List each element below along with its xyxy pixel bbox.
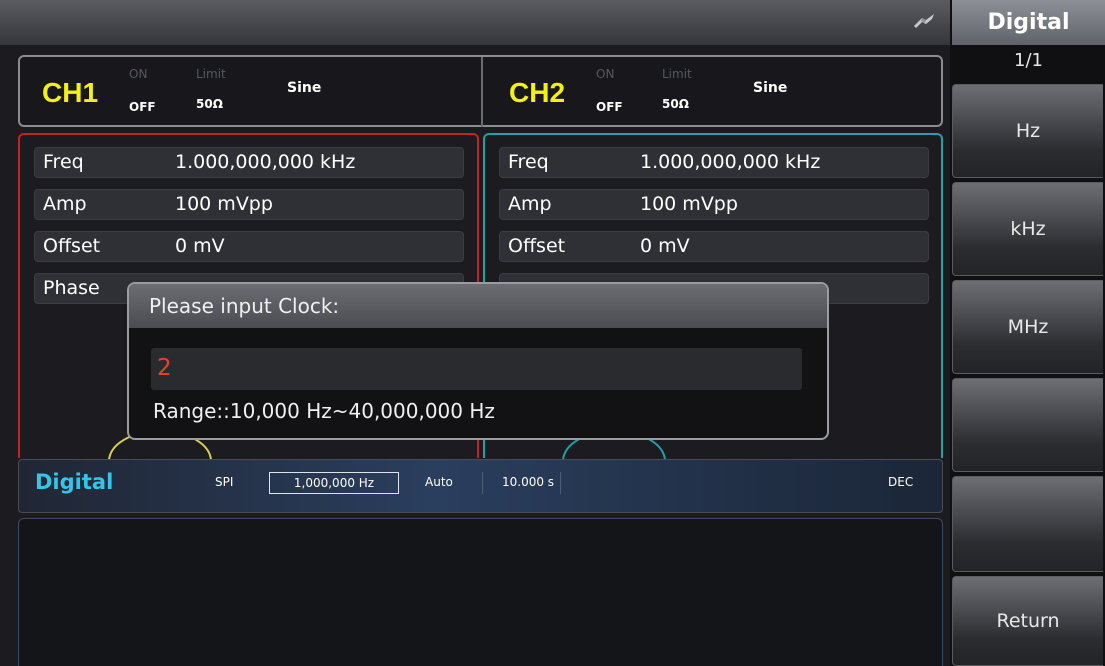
ch1-freq-row[interactable]: Freq 1.000,000,000 kHz xyxy=(34,147,464,178)
param-value: 1.000,000,000 kHz xyxy=(640,151,821,173)
dialog-title: Please input Clock: xyxy=(149,294,340,318)
digital-time[interactable]: 10.000 s xyxy=(502,475,554,489)
digital-data-area xyxy=(18,518,943,666)
channel-divider xyxy=(481,57,483,127)
clock-input-field[interactable]: 2 xyxy=(151,348,802,390)
digital-format[interactable]: DEC xyxy=(888,475,913,489)
digital-protocol[interactable]: SPI xyxy=(215,475,233,489)
digital-title: Digital xyxy=(35,470,114,494)
softkey-hz[interactable]: Hz xyxy=(952,84,1103,178)
clock-input-dialog: Please input Clock: 2 Range::10,000 Hz~4… xyxy=(127,282,829,440)
softkey-5[interactable] xyxy=(952,476,1103,572)
param-label: Phase xyxy=(43,277,100,299)
param-label: Offset xyxy=(43,235,101,257)
param-label: Offset xyxy=(508,235,566,257)
digital-protocol-bar: Digital SPI 1,000,000 Hz Auto 10.000 s D… xyxy=(18,459,943,513)
param-label: Amp xyxy=(508,193,552,215)
status-bar xyxy=(0,0,950,45)
param-label: Freq xyxy=(508,151,549,173)
ch2-output-state: OFF xyxy=(596,100,623,114)
softkey-return[interactable]: Return xyxy=(952,576,1103,666)
ch2-amp-row[interactable]: Amp 100 mVpp xyxy=(499,189,929,220)
ch1-name[interactable]: CH1 xyxy=(42,77,98,109)
ch2-freq-row[interactable]: Freq 1.000,000,000 kHz xyxy=(499,147,929,178)
softkey-menu: Digital 1/1 Hz kHz MHz Return xyxy=(950,0,1105,666)
digital-clock-value[interactable]: 1,000,000 Hz xyxy=(269,472,399,494)
param-value: 1.000,000,000 kHz xyxy=(175,151,356,173)
ch1-limit-label: Limit xyxy=(196,67,226,81)
param-value: 0 mV xyxy=(175,235,225,257)
usb-icon xyxy=(914,14,934,28)
clock-input-value: 2 xyxy=(157,355,172,381)
ch2-on-label: ON xyxy=(596,67,615,81)
dialog-range-text: Range::10,000 Hz~40,000,000 Hz xyxy=(153,399,495,423)
ch2-limit-label: Limit xyxy=(662,67,692,81)
param-value: 100 mVpp xyxy=(175,193,273,215)
softkey-khz[interactable]: kHz xyxy=(952,182,1103,276)
ch1-offset-row[interactable]: Offset 0 mV xyxy=(34,231,464,262)
ch1-amp-row[interactable]: Amp 100 mVpp xyxy=(34,189,464,220)
separator xyxy=(560,472,561,494)
softkey-mhz[interactable]: MHz xyxy=(952,280,1103,374)
param-value: 100 mVpp xyxy=(640,193,738,215)
param-value: 0 mV xyxy=(640,235,690,257)
channel-header: CH1 ON OFF Limit 50Ω Sine CH2 ON OFF Lim… xyxy=(18,55,943,127)
ch2-waveform: Sine xyxy=(753,80,788,96)
ch1-load: 50Ω xyxy=(196,97,223,111)
dialog-header: Please input Clock: xyxy=(129,284,827,328)
ch1-output-state: OFF xyxy=(129,100,156,114)
param-label: Amp xyxy=(43,193,87,215)
param-label: Freq xyxy=(43,151,84,173)
menu-page-indicator: 1/1 xyxy=(1014,50,1043,71)
ch2-load: 50Ω xyxy=(662,97,689,111)
softkey-4[interactable] xyxy=(952,378,1103,472)
digital-mode[interactable]: Auto xyxy=(425,475,453,489)
ch2-offset-row[interactable]: Offset 0 mV xyxy=(499,231,929,262)
separator xyxy=(482,472,483,494)
ch2-name[interactable]: CH2 xyxy=(509,77,565,109)
instrument-screen: CH1 ON OFF Limit 50Ω Sine CH2 ON OFF Lim… xyxy=(0,0,1105,666)
ch1-on-label: ON xyxy=(129,67,148,81)
ch1-waveform: Sine xyxy=(287,80,322,96)
menu-title: Digital xyxy=(952,0,1105,45)
